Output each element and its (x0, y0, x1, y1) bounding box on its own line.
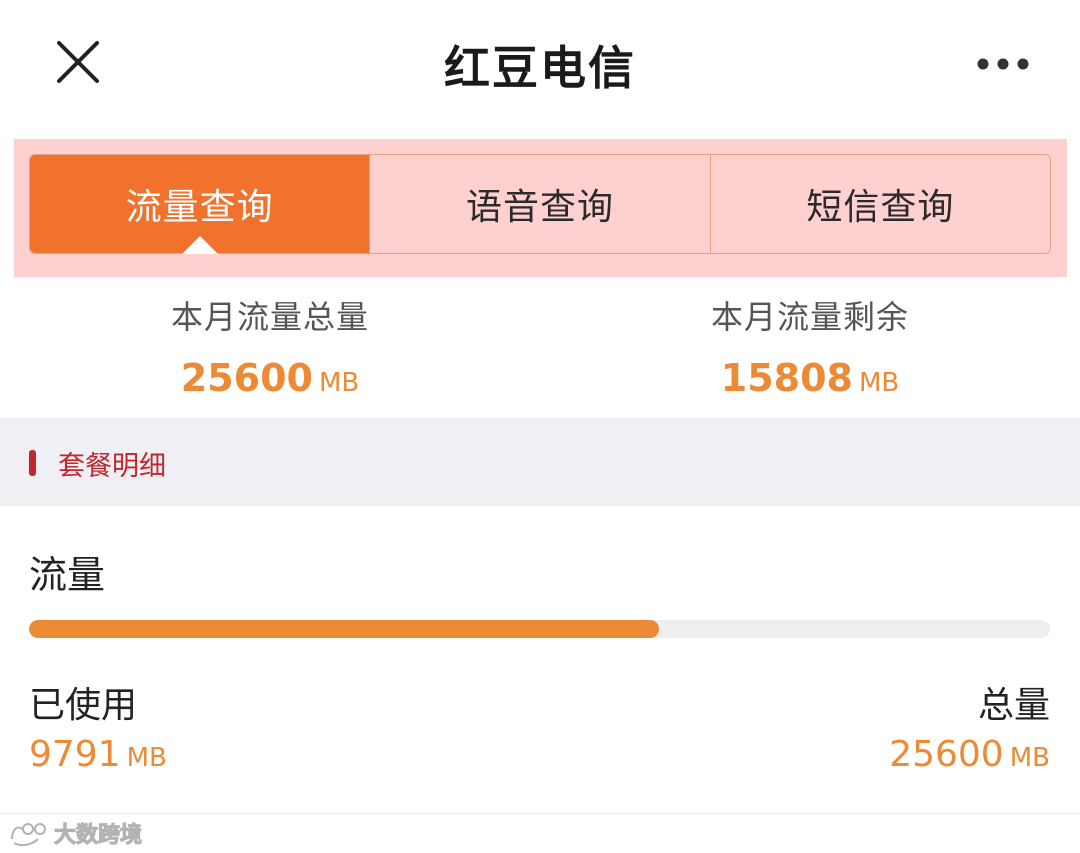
usage-progress-fill (29, 620, 659, 638)
more-horizontal-icon (977, 58, 1029, 70)
total-number: 25600 (889, 734, 1004, 775)
tab-label: 短信查询 (806, 187, 955, 228)
watermark-text: 大数跨境 (53, 823, 143, 849)
tab-sms-query[interactable]: 短信查询 (709, 155, 1050, 253)
monthly-remaining-label: 本月流量剩余 (710, 298, 909, 336)
page-title: 红豆电信 (444, 41, 636, 95)
plan-details-header: 套餐明细 (0, 418, 1080, 506)
monthly-remaining-number: 15808 (720, 356, 853, 400)
nav-header: 红豆电信 (0, 0, 1080, 130)
monthly-remaining-unit: MB (858, 368, 900, 398)
total-unit: MB (1009, 743, 1050, 773)
query-tabs: 流量查询 语音查询 短信查询 (29, 154, 1051, 254)
tab-label: 流量查询 (125, 187, 274, 228)
tab-voice-query[interactable]: 语音查询 (369, 155, 709, 253)
used-number: 9791 (29, 734, 121, 775)
tab-label: 语音查询 (465, 187, 614, 228)
used-value: 9791 MB (29, 734, 167, 775)
monthly-total-label: 本月流量总量 (170, 298, 369, 336)
watermark-logo-icon (11, 823, 46, 847)
usage-progress-bar (29, 620, 1050, 638)
more-button[interactable] (970, 40, 1036, 88)
monthly-total: 本月流量总量 25600 MB (70, 292, 470, 400)
used-unit: MB (126, 743, 167, 773)
section-title: 套餐明细 (58, 451, 166, 482)
monthly-remaining-value: 15808 MB (610, 356, 1010, 400)
data-usage-detail: 流量 已使用 总量 9791 MB 25600 MB (0, 506, 1080, 814)
monthly-total-number: 25600 (180, 356, 313, 400)
section-marker (29, 450, 36, 476)
data-summary: 本月流量总量 25600 MB 本月流量剩余 15808 MB (0, 280, 1080, 418)
total-label: 总量 (977, 685, 1050, 726)
used-label: 已使用 (29, 685, 138, 726)
total-value: 25600 MB (889, 734, 1050, 775)
active-tab-caret (181, 236, 218, 254)
tab-data-query[interactable]: 流量查询 (30, 155, 370, 254)
watermark: 大数跨境 (8, 818, 143, 849)
usage-type-label: 流量 (29, 553, 106, 597)
monthly-remaining: 本月流量剩余 15808 MB (610, 292, 1010, 400)
monthly-total-unit: MB (318, 368, 360, 398)
monthly-total-value: 25600 MB (70, 356, 470, 400)
